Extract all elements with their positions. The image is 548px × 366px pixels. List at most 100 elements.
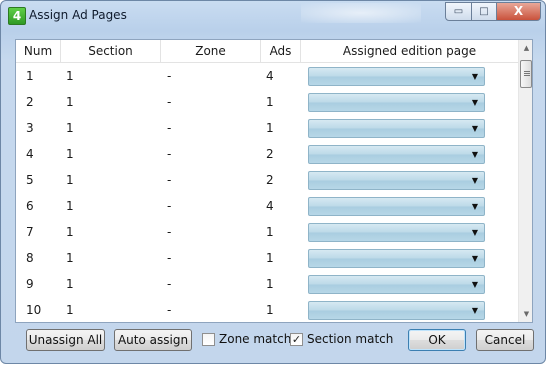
cell-section: 1 [66, 303, 74, 317]
cell-ads: 4 [266, 69, 274, 83]
assigned-edition-page-dropdown[interactable]: ▼ [308, 145, 485, 164]
cell-num: 7 [26, 225, 34, 239]
chevron-down-icon: ▼ [471, 280, 478, 289]
cell-ads: 1 [266, 225, 274, 239]
window-title: Assign Ad Pages [29, 8, 127, 22]
table-row[interactable]: 1 1 - 4 ▼ [16, 63, 518, 89]
table-row[interactable]: 2 1 - 1 ▼ [16, 89, 518, 115]
cell-num: 5 [26, 173, 34, 187]
section-match-label: Section match [307, 332, 394, 346]
assigned-edition-page-dropdown[interactable]: ▼ [308, 223, 485, 242]
assign-ad-pages-dialog: 4 Assign Ad Pages ▭ □ X Num Section Zone… [0, 0, 546, 364]
cell-ads: 1 [266, 277, 274, 291]
cell-zone: - [167, 95, 172, 109]
zone-match-checkbox[interactable] [202, 333, 215, 346]
cell-ads: 1 [266, 121, 274, 135]
chevron-down-icon: ▼ [471, 98, 478, 107]
column-header-section[interactable]: Section [61, 40, 161, 62]
table-row[interactable]: 7 1 - 1 ▼ [16, 219, 518, 245]
cell-section: 1 [66, 173, 74, 187]
cell-section: 1 [66, 147, 74, 161]
cancel-button[interactable]: Cancel [476, 329, 534, 351]
title-bar[interactable]: 4 Assign Ad Pages ▭ □ X [1, 1, 547, 31]
table-row[interactable]: 5 1 - 2 ▼ [16, 167, 518, 193]
table-header: Num Section Zone Ads Assigned edition pa… [16, 40, 518, 63]
chevron-down-icon: ▼ [471, 254, 478, 263]
chevron-down-icon: ▼ [471, 228, 478, 237]
cell-zone: - [167, 199, 172, 213]
minimize-button[interactable]: ▭ [445, 2, 472, 21]
chevron-down-icon: ▼ [471, 150, 478, 159]
cell-section: 1 [66, 199, 74, 213]
cell-ads: 4 [266, 199, 274, 213]
app-icon: 4 [8, 7, 26, 25]
zone-match-label: Zone match [219, 332, 292, 346]
maximize-button[interactable]: □ [471, 2, 497, 21]
auto-assign-button[interactable]: Auto assign [114, 329, 192, 351]
checkmark-icon: ✓ [291, 333, 302, 346]
cell-zone: - [167, 225, 172, 239]
ok-button[interactable]: OK [408, 329, 466, 351]
table-row[interactable]: 3 1 - 1 ▼ [16, 115, 518, 141]
chevron-down-icon: ▼ [471, 72, 478, 81]
cell-num: 8 [26, 251, 34, 265]
section-match-checkbox[interactable]: ✓ [290, 333, 303, 346]
thumb-grip-line [524, 71, 530, 72]
cell-section: 1 [66, 95, 74, 109]
assigned-edition-page-dropdown[interactable]: ▼ [308, 275, 485, 294]
chevron-down-icon: ▼ [471, 124, 478, 133]
scroll-up-icon[interactable]: ▲ [519, 40, 532, 56]
assigned-edition-page-dropdown[interactable]: ▼ [308, 67, 485, 86]
column-header-num[interactable]: Num [16, 40, 61, 62]
cell-zone: - [167, 303, 172, 317]
unassign-all-button[interactable]: Unassign All [26, 329, 105, 351]
vertical-scrollbar[interactable]: ▲ ▼ [518, 40, 532, 322]
cell-ads: 2 [266, 173, 274, 187]
cell-section: 1 [66, 69, 74, 83]
table-row[interactable]: 6 1 - 4 ▼ [16, 193, 518, 219]
cell-ads: 2 [266, 147, 274, 161]
cell-zone: - [167, 251, 172, 265]
column-header-ads[interactable]: Ads [261, 40, 301, 62]
thumb-grip-line [524, 75, 530, 76]
cell-zone: - [167, 173, 172, 187]
cell-num: 9 [26, 277, 34, 291]
assigned-edition-page-dropdown[interactable]: ▼ [308, 301, 485, 320]
cell-num: 4 [26, 147, 34, 161]
table-row[interactable]: 10 1 - 1 ▼ [16, 297, 518, 322]
chevron-down-icon: ▼ [471, 306, 478, 315]
assigned-edition-page-dropdown[interactable]: ▼ [308, 197, 485, 216]
cell-zone: - [167, 69, 172, 83]
thumb-grip-line [524, 73, 530, 74]
cell-num: 1 [26, 69, 34, 83]
assigned-edition-page-dropdown[interactable]: ▼ [308, 119, 485, 138]
cell-ads: 1 [266, 251, 274, 265]
cell-zone: - [167, 147, 172, 161]
column-header-assigned-edition-page[interactable]: Assigned edition page [301, 40, 518, 62]
scroll-thumb[interactable] [520, 60, 532, 88]
close-button[interactable]: X [496, 2, 541, 21]
scroll-down-icon[interactable]: ▼ [519, 306, 532, 322]
cell-num: 6 [26, 199, 34, 213]
cell-num: 10 [26, 303, 42, 317]
minimize-icon: ▭ [453, 6, 464, 17]
cell-section: 1 [66, 277, 74, 291]
assigned-edition-page-dropdown[interactable]: ▼ [308, 249, 485, 268]
cell-num: 2 [26, 95, 34, 109]
maximize-icon: □ [479, 6, 489, 17]
assigned-edition-page-dropdown[interactable]: ▼ [308, 93, 485, 112]
cell-zone: - [167, 121, 172, 135]
cell-zone: - [167, 277, 172, 291]
column-header-zone[interactable]: Zone [161, 40, 261, 62]
cell-ads: 1 [266, 303, 274, 317]
title-bar-glare [301, 3, 421, 23]
table-row[interactable]: 4 1 - 2 ▼ [16, 141, 518, 167]
chevron-down-icon: ▼ [471, 176, 478, 185]
assigned-edition-page-dropdown[interactable]: ▼ [308, 171, 485, 190]
table-row[interactable]: 9 1 - 1 ▼ [16, 271, 518, 297]
cell-section: 1 [66, 251, 74, 265]
table-row[interactable]: 8 1 - 1 ▼ [16, 245, 518, 271]
chevron-down-icon: ▼ [471, 202, 478, 211]
ad-pages-table: Num Section Zone Ads Assigned edition pa… [15, 39, 533, 323]
cell-section: 1 [66, 225, 74, 239]
